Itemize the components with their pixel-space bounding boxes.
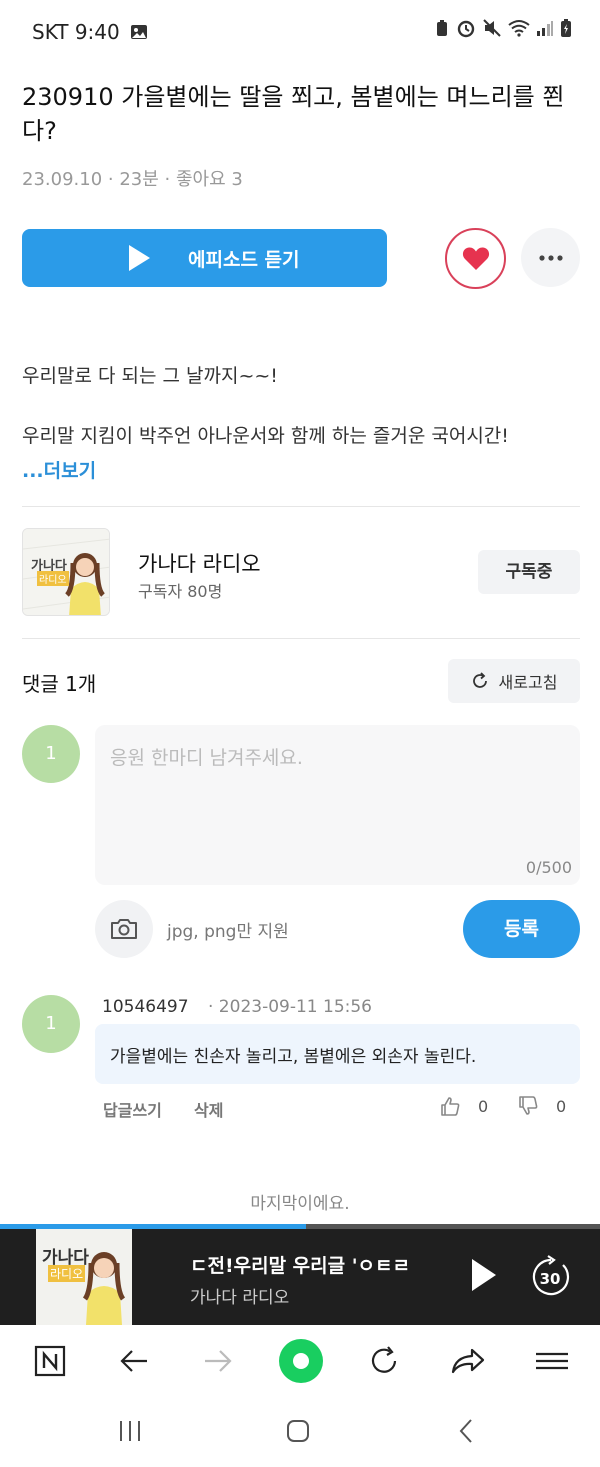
- home-button[interactable]: [278, 1415, 318, 1447]
- play-icon: [129, 245, 150, 271]
- player-subtitle: 가나다 라디오: [190, 1288, 290, 1308]
- subscribe-button[interactable]: 구독중: [478, 550, 580, 594]
- browser-toolbar: [0, 1325, 600, 1397]
- end-of-list-text: 마지막이에요.: [250, 1194, 350, 1214]
- player-title: ㄷ전!우리말 우리글 'ㅇㅌㄹ: [190, 1255, 410, 1277]
- naver-home-button[interactable]: [28, 1339, 72, 1383]
- thumb-text-2: 라디오: [37, 571, 69, 586]
- dislike-count: 0: [556, 1096, 567, 1116]
- char-counter: 0/500: [525, 858, 572, 877]
- more-dots-icon: [538, 254, 563, 261]
- more-options-button[interactable]: [521, 228, 580, 287]
- thumbs-down-icon: [519, 1096, 538, 1115]
- reload-icon: [371, 1346, 397, 1373]
- like-button[interactable]: [445, 228, 506, 289]
- status-icons: [434, 18, 572, 38]
- submit-comment-button[interactable]: 등록: [463, 900, 580, 958]
- subscriber-count: 구독자 80명: [138, 582, 223, 601]
- episode-title: 230910 가을볕에는 딸을 쬐고, 봄볕에는 며느리를 쬔다?: [22, 83, 565, 145]
- channel-name[interactable]: 가나다 라디오: [138, 548, 261, 578]
- chevron-left-icon: [459, 1419, 472, 1443]
- system-navigation-bar: [0, 1397, 600, 1467]
- share-button[interactable]: [446, 1339, 490, 1383]
- hamburger-menu-icon: [536, 1352, 568, 1370]
- system-back-button[interactable]: [446, 1415, 486, 1447]
- thumbs-up-icon: [441, 1097, 460, 1116]
- comment-text: 가을볕에는 친손자 놀리고, 봄볕에은 외손자 놀린다.: [110, 1047, 477, 1067]
- comment-date: · 2023-09-11 15:56: [208, 997, 372, 1017]
- share-icon: [451, 1348, 485, 1374]
- player-thumbnail: 가나다 라디오: [36, 1229, 132, 1325]
- play-icon: [472, 1259, 496, 1291]
- signal-icon: [537, 21, 553, 36]
- status-left: SKT 9:40: [32, 20, 148, 44]
- listen-episode-button[interactable]: 에피소드 듣기: [22, 229, 387, 287]
- recent-apps-button[interactable]: [110, 1415, 150, 1447]
- mini-player[interactable]: 가나다 라디오 ㄷ전!우리말 우리글 'ㅇㅌㄹ 가나다 라디오 30: [0, 1229, 600, 1325]
- wifi-icon: [508, 20, 530, 37]
- description-line-1: 우리말로 다 되는 그 날까지~~!: [22, 365, 278, 387]
- heart-icon: [462, 247, 489, 270]
- reload-button[interactable]: [362, 1339, 406, 1383]
- comment-placeholder: 응원 한마디 남겨주세요.: [110, 747, 303, 769]
- refresh-icon: [472, 672, 487, 688]
- arrow-left-icon: [120, 1350, 147, 1372]
- skip-forward-30-icon: 30: [532, 1255, 570, 1296]
- episode-meta: 23.09.10 · 23분 · 좋아요 3: [22, 169, 243, 190]
- refresh-button[interactable]: 새로고침: [448, 659, 580, 703]
- home-square-icon: [287, 1420, 309, 1442]
- comment-author: 10546497: [102, 997, 189, 1017]
- refresh-label: 새로고침: [498, 673, 558, 692]
- back-button[interactable]: [112, 1339, 156, 1383]
- comment-dislike-button[interactable]: 0: [518, 1096, 566, 1116]
- green-dot-button[interactable]: [279, 1339, 323, 1383]
- skip-forward-button[interactable]: 30: [530, 1253, 572, 1301]
- read-more-link[interactable]: ...더보기: [22, 456, 96, 483]
- status-bar: SKT 9:40: [0, 0, 600, 64]
- battery-saver-icon: [437, 20, 447, 36]
- player-thumb-text-2: 라디오: [48, 1265, 86, 1282]
- battery-icon: [561, 19, 571, 37]
- like-count: 0: [478, 1096, 489, 1116]
- naver-green-dot-icon: [279, 1339, 323, 1383]
- description-line-2: 우리말 지킴이 박주언 아나운서와 함께 하는 즐거운 국어시간!: [22, 425, 509, 447]
- gallery-icon: [130, 25, 147, 39]
- alarm-icon: [457, 20, 475, 38]
- carrier-time: SKT 9:40: [32, 20, 120, 44]
- comments-title: 댓글 1개: [22, 672, 97, 696]
- arrow-right-icon: [205, 1350, 232, 1372]
- mute-icon: [483, 19, 501, 37]
- divider: [22, 506, 580, 507]
- naver-n-icon: [34, 1345, 66, 1377]
- reply-button[interactable]: 답글쓰기: [103, 1097, 162, 1121]
- comment-like-button[interactable]: 0: [440, 1096, 488, 1116]
- forward-button[interactable]: [196, 1339, 240, 1383]
- recent-apps-icon: [120, 1421, 140, 1441]
- skip-label: 30: [540, 1270, 561, 1288]
- my-avatar: 1: [22, 725, 80, 783]
- image-format-hint: jpg, png만 지원: [167, 922, 289, 942]
- commenter-avatar: 1: [22, 995, 80, 1053]
- menu-button[interactable]: [530, 1339, 574, 1383]
- listen-episode-label: 에피소드 듣기: [188, 249, 300, 271]
- player-play-button[interactable]: [468, 1257, 498, 1297]
- delete-button[interactable]: 삭제: [194, 1097, 223, 1121]
- channel-thumbnail[interactable]: 가나다 라디오: [22, 528, 110, 616]
- comment-body: 가을볕에는 친손자 놀리고, 봄볕에은 외손자 놀린다.: [95, 1024, 580, 1084]
- divider: [22, 638, 580, 639]
- comment-input[interactable]: 응원 한마디 남겨주세요. 0/500: [95, 725, 580, 885]
- camera-icon: [111, 919, 137, 939]
- attach-image-button[interactable]: [95, 900, 153, 958]
